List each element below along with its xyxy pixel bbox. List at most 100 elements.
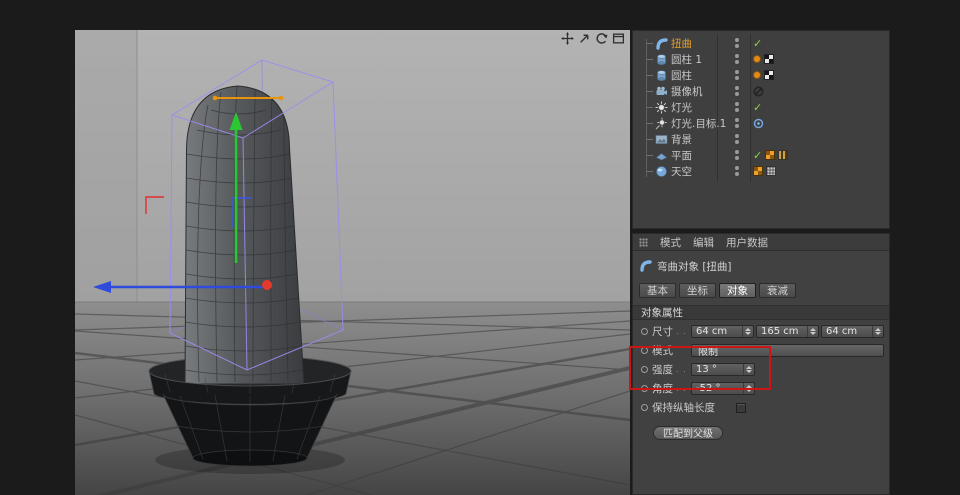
object-label: 灯光.目标.1 <box>671 117 727 130</box>
property-label: 尺寸 <box>652 326 673 338</box>
object-row-bend[interactable]: 扭曲 ✓ <box>633 35 889 51</box>
keyframe-circle[interactable] <box>641 347 648 354</box>
strength-field[interactable]: 13 ° <box>691 363 755 376</box>
field-value: 64 cm <box>826 326 858 337</box>
phong-tag-icon[interactable] <box>753 71 761 79</box>
tree-connector <box>647 58 653 60</box>
dotted-leader: . . . . . . . <box>676 384 691 393</box>
spin-down-icon <box>875 332 881 335</box>
viewport[interactable] <box>75 30 630 495</box>
tab-falloff[interactable]: 衰减 <box>759 283 796 298</box>
object-row-sky[interactable]: 天空 <box>633 163 889 179</box>
enabled-check-icon[interactable]: ✓ <box>753 150 762 161</box>
visibility-dots[interactable] <box>735 38 739 48</box>
visibility-dots[interactable] <box>735 150 739 160</box>
spin-up-icon <box>745 328 751 331</box>
camera-icon <box>655 85 668 98</box>
angle-field[interactable]: -52 ° <box>691 382 755 395</box>
background-icon <box>655 133 668 146</box>
protection-tag-icon[interactable] <box>753 82 764 101</box>
tree-connector <box>647 154 653 156</box>
target-tag-icon[interactable] <box>753 114 764 133</box>
object-label: 扭曲 <box>671 37 692 50</box>
rotate-icon[interactable] <box>595 32 608 45</box>
object-row-cylinder-1[interactable]: 圆柱 1 <box>633 51 889 67</box>
compositing-tag-icon[interactable] <box>778 150 789 160</box>
menu-userdata[interactable]: 用户数据 <box>726 235 768 250</box>
dotted-leader: . . . . . . . <box>676 365 691 374</box>
object-title: 弯曲对象 [扭曲] <box>657 261 732 273</box>
maximize-icon[interactable] <box>612 32 625 45</box>
tree-connector <box>647 138 653 140</box>
tree-connector <box>647 122 653 124</box>
field-spinner[interactable] <box>872 326 883 337</box>
tree-connector <box>647 74 653 76</box>
enabled-check-icon[interactable]: ✓ <box>753 102 762 113</box>
zoom-icon[interactable] <box>578 32 591 45</box>
viewport-canvas[interactable] <box>75 30 630 495</box>
texture-tag-icon[interactable] <box>753 166 763 176</box>
object-label: 背景 <box>671 133 692 146</box>
menu-edit[interactable]: 编辑 <box>693 235 714 250</box>
keyframe-circle[interactable] <box>641 328 648 335</box>
visibility-dots[interactable] <box>735 134 739 144</box>
object-row-light-target[interactable]: 灯光.目标.1 <box>633 115 889 131</box>
keep-length-checkbox[interactable] <box>736 402 746 413</box>
object-row-camera[interactable]: 摄像机 <box>633 83 889 99</box>
field-spinner[interactable] <box>743 383 754 394</box>
size-z-field[interactable]: 64 cm <box>821 325 884 338</box>
property-label: 保持纵轴长度 <box>652 402 715 414</box>
field-spinner[interactable] <box>807 326 818 337</box>
visibility-dots[interactable] <box>735 166 739 176</box>
material-tag-icon[interactable] <box>766 166 776 176</box>
size-x-field[interactable]: 64 cm <box>691 325 754 338</box>
field-value: -52 ° <box>696 383 721 394</box>
object-label: 灯光 <box>671 101 692 114</box>
keyframe-circle[interactable] <box>641 366 648 373</box>
object-row-background[interactable]: 背景 <box>633 131 889 147</box>
spin-down-icon <box>810 332 816 335</box>
pan-icon[interactable] <box>561 32 574 45</box>
menu-mode[interactable]: 模式 <box>660 235 681 250</box>
object-label: 天空 <box>671 165 692 178</box>
light-icon <box>655 101 668 114</box>
tab-object[interactable]: 对象 <box>719 283 756 298</box>
object-row-plane[interactable]: 平面 ✓ <box>633 147 889 163</box>
property-row-keep-length: 保持纵轴长度 <box>633 398 889 417</box>
tab-coordinates[interactable]: 坐标 <box>679 283 716 298</box>
texture-tag-icon[interactable] <box>764 54 774 64</box>
visibility-dots[interactable] <box>735 70 739 80</box>
dropdown-value: 限制 <box>698 347 718 358</box>
visibility-dots[interactable] <box>735 102 739 112</box>
object-label: 平面 <box>671 149 692 162</box>
property-row-angle: 角度 . . . . . . . -52 ° <box>633 379 889 398</box>
tree-connector <box>647 170 653 172</box>
texture-tag-icon[interactable] <box>764 70 774 80</box>
grip-icon[interactable] <box>639 237 648 247</box>
viewport-toolbar <box>561 32 625 45</box>
section-object-properties: 对象属性 <box>633 305 889 320</box>
field-spinner[interactable] <box>742 326 753 337</box>
enabled-check-icon[interactable]: ✓ <box>753 38 762 49</box>
sky-icon <box>655 165 668 178</box>
keyframe-circle[interactable] <box>641 404 648 411</box>
property-row-size: 尺寸 . . . . . . . 64 cm 165 cm 64 cm <box>633 322 889 341</box>
object-label: 圆柱 <box>671 69 692 82</box>
size-y-field[interactable]: 165 cm <box>756 325 819 338</box>
attribute-tabs: 基本 坐标 对象 衰减 <box>633 280 889 298</box>
fit-to-parent-button[interactable]: 匹配到父级 <box>653 425 723 440</box>
visibility-dots[interactable] <box>735 54 739 64</box>
app-window: 扭曲 ✓ 圆柱 1 圆柱 摄像机 灯光 ✓ 灯光.目标.1 背景 平面 ✓ 天空… <box>0 0 960 495</box>
attribute-manager: 模式 编辑 用户数据 弯曲对象 [扭曲] 基本 坐标 对象 衰减 对象属性 尺寸… <box>632 233 890 495</box>
tree-connector <box>647 42 653 44</box>
visibility-dots[interactable] <box>735 86 739 96</box>
texture-tag-icon[interactable] <box>765 150 776 160</box>
keyframe-circle[interactable] <box>641 385 648 392</box>
tab-basic[interactable]: 基本 <box>639 283 676 298</box>
property-label: 角度 <box>652 383 673 395</box>
mode-dropdown[interactable]: 限制 <box>691 344 884 358</box>
phong-tag-icon[interactable] <box>753 55 761 63</box>
field-spinner[interactable] <box>743 364 754 375</box>
property-row-strength: 强度 . . . . . . . 13 ° <box>633 360 889 379</box>
visibility-dots[interactable] <box>735 118 739 128</box>
